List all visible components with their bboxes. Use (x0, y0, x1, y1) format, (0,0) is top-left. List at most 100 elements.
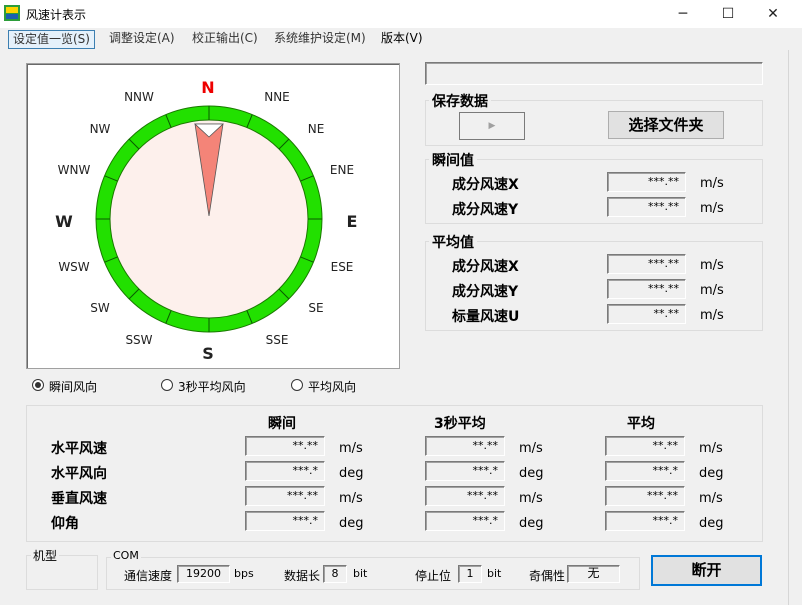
vertical-speed-instant: ***.** (245, 486, 325, 506)
compass-label-ne: NE (307, 122, 325, 136)
vertical-speed-instant-unit: m/s (339, 491, 363, 506)
compass-label-ssw: SSW (125, 333, 153, 347)
compass-label-nnw: NNW (124, 90, 154, 104)
horizontal-direction-instant: ***.* (245, 461, 325, 481)
stop-bit-field: 1 (458, 565, 482, 583)
select-folder-button[interactable]: 选择文件夹 (608, 111, 724, 139)
compass-label-se: SE (308, 301, 324, 315)
model-title: 机型 (31, 547, 60, 564)
horizontal-speed-instant: **.** (245, 436, 325, 456)
data-length-label: 数据长 (284, 569, 321, 583)
compass-label-sse: SSE (265, 333, 289, 347)
row-horizontal-direction-label: 水平风向 (51, 466, 107, 482)
baud-label: 通信速度 (124, 569, 173, 583)
app-logo-icon (4, 5, 20, 21)
compass-label-e: E (346, 212, 358, 231)
elevation-instant-unit: deg (339, 516, 364, 531)
horizontal-direction-3s: ***.* (425, 461, 505, 481)
instant-x-label: 成分风速X (452, 177, 519, 193)
menu-adjust[interactable]: 调整设定(A) (105, 30, 179, 49)
save-data-title: 保存数据 (429, 91, 491, 111)
menu-calibration[interactable]: 校正输出(C) (188, 30, 262, 49)
disconnect-button[interactable]: 断开 (651, 555, 762, 586)
parity-field: 无 (567, 565, 620, 583)
stop-bit-label: 停止位 (415, 569, 452, 583)
compass-label-nne: NNE (264, 90, 290, 104)
horizontal-direction-instant-unit: deg (339, 466, 364, 481)
elevation-3s-unit: deg (519, 516, 544, 531)
horizontal-speed-instant-unit: m/s (339, 441, 363, 456)
save-play-button[interactable]: ▶ (459, 112, 525, 140)
compass-label-s: S (202, 344, 214, 363)
horizontal-direction-average: ***.* (605, 461, 685, 481)
menu-version[interactable]: 版本(V) (377, 30, 427, 49)
radio-instant-direction[interactable] (32, 379, 44, 391)
horizontal-speed-3s-unit: m/s (519, 441, 543, 456)
horizontal-speed-3s: **.** (425, 436, 505, 456)
average-y-value: ***.** (607, 279, 686, 299)
status-field (425, 62, 763, 85)
close-icon[interactable]: ✕ (750, 0, 796, 28)
elevation-3s: ***.* (425, 511, 505, 531)
average-x-label: 成分风速X (452, 259, 519, 275)
vertical-speed-average: ***.** (605, 486, 685, 506)
compass-label-wnw: WNW (57, 163, 91, 177)
horizontal-direction-average-unit: deg (699, 466, 724, 481)
instant-x-unit: m/s (700, 176, 724, 191)
compass-label-ene: ENE (329, 163, 355, 177)
vertical-speed-average-unit: m/s (699, 491, 723, 506)
row-elevation-label: 仰角 (51, 516, 79, 532)
average-u-label: 标量风速U (452, 309, 520, 325)
header-average: 平均 (627, 416, 655, 432)
average-title: 平均值 (429, 232, 477, 252)
instant-title: 瞬间值 (429, 150, 477, 170)
compass-label-w: W (55, 212, 73, 231)
average-y-label: 成分风速Y (452, 284, 519, 300)
elevation-average: ***.* (605, 511, 685, 531)
row-horizontal-speed-label: 水平风速 (51, 441, 107, 457)
menu-settings-list[interactable]: 设定值一览(S) (8, 30, 95, 49)
header-instant: 瞬间 (268, 416, 296, 432)
vertical-speed-3s-unit: m/s (519, 491, 543, 506)
row-vertical-speed-label: 垂直风速 (51, 491, 107, 507)
instant-x-value: ***.** (607, 172, 686, 192)
com-title: COM (111, 549, 141, 562)
compass-label-n: N (201, 78, 215, 97)
average-u-value: **.** (607, 304, 686, 324)
compass-label-wsw: WSW (58, 260, 90, 274)
average-x-unit: m/s (700, 258, 724, 273)
average-y-unit: m/s (700, 283, 724, 298)
play-icon: ▶ (488, 121, 496, 131)
window-edge (788, 50, 802, 605)
horizontal-speed-average-unit: m/s (699, 441, 723, 456)
data-length-unit: bit (353, 567, 368, 580)
horizontal-speed-average: **.** (605, 436, 685, 456)
compass-dial (95, 105, 323, 333)
elevation-average-unit: deg (699, 516, 724, 531)
instant-y-value: ***.** (607, 197, 686, 217)
menu-maintenance[interactable]: 系统维护设定(M) (270, 30, 370, 49)
vertical-speed-3s: ***.** (425, 486, 505, 506)
stop-bit-unit: bit (487, 567, 502, 580)
radio-instant-label: 瞬间风向 (49, 380, 98, 394)
radio-average-direction[interactable] (291, 379, 303, 391)
baud-field: 19200 (177, 565, 230, 583)
parity-label: 奇偶性 (529, 569, 566, 583)
radio-3s-average-direction[interactable] (161, 379, 173, 391)
radio-average-label: 平均风向 (308, 380, 357, 394)
data-length-field: 8 (323, 565, 347, 583)
baud-unit: bps (234, 567, 254, 580)
compass-label-nw: NW (89, 122, 111, 136)
compass-label-sw: SW (90, 301, 110, 315)
elevation-instant: ***.* (245, 511, 325, 531)
minimize-icon[interactable]: ─ (660, 0, 706, 28)
average-x-value: ***.** (607, 254, 686, 274)
window-title: 风速计表示 (26, 8, 87, 22)
compass-label-ese: ESE (330, 260, 354, 274)
instant-y-label: 成分风速Y (452, 202, 519, 218)
horizontal-direction-3s-unit: deg (519, 466, 544, 481)
instant-y-unit: m/s (700, 201, 724, 216)
maximize-icon[interactable]: ☐ (705, 0, 751, 28)
average-u-unit: m/s (700, 308, 724, 323)
header-3s-average: 3秒平均 (434, 416, 486, 432)
